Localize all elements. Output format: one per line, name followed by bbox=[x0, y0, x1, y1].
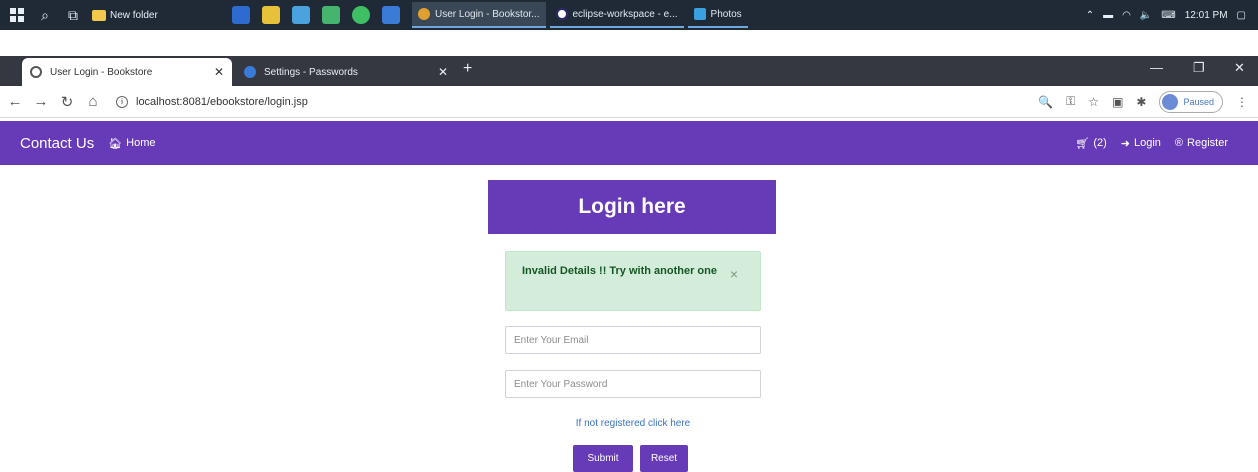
submit-button[interactable]: Submit bbox=[573, 445, 633, 472]
login-title: Login here bbox=[488, 180, 776, 234]
home-link[interactable]: 🏠︎ Home bbox=[108, 137, 155, 150]
reload-icon[interactable]: ↻ bbox=[56, 93, 78, 111]
zoom-icon[interactable]: 🔍 bbox=[1038, 95, 1053, 109]
star-icon[interactable]: ☆ bbox=[1088, 95, 1099, 109]
alert-message: Invalid Details !! Try with another one bbox=[522, 265, 717, 277]
profile-status: Paused bbox=[1183, 96, 1214, 107]
close-window-icon[interactable]: ✕ bbox=[1234, 60, 1245, 76]
taskbar-app-icon[interactable] bbox=[292, 6, 310, 24]
taskbar-app-icon[interactable] bbox=[322, 6, 340, 24]
registered-icon: ® bbox=[1174, 137, 1184, 149]
email-input[interactable] bbox=[505, 326, 761, 354]
close-icon[interactable]: ✕ bbox=[214, 65, 224, 79]
clock[interactable]: 12:01 PM bbox=[1185, 10, 1228, 21]
taskbar-app-icon[interactable] bbox=[262, 6, 280, 24]
windows-taskbar: ⌕ ⧉ New folder User Login - Bookstor... … bbox=[0, 0, 1258, 30]
key-icon[interactable]: ⚿ bbox=[1066, 94, 1075, 109]
wifi-icon[interactable]: ◠ bbox=[1122, 10, 1131, 21]
home-icon[interactable]: ⌂ bbox=[82, 93, 104, 110]
windows-start-icon[interactable] bbox=[6, 4, 28, 26]
globe-icon bbox=[30, 66, 42, 78]
profile-button[interactable]: Paused bbox=[1159, 90, 1223, 113]
cart-icon: 🛒︎ bbox=[1075, 137, 1090, 150]
battery-icon[interactable]: ▬ bbox=[1103, 10, 1113, 21]
menu-icon[interactable]: ⋮ bbox=[1236, 95, 1248, 109]
taskbar-task-chrome[interactable]: User Login - Bookstor... bbox=[412, 2, 546, 28]
extension-icon[interactable]: ▣ bbox=[1112, 95, 1123, 109]
photos-icon bbox=[693, 8, 706, 20]
tab-label: User Login - Bookstore bbox=[50, 66, 153, 78]
tab-user-login[interactable]: User Login - Bookstore ✕ bbox=[22, 58, 232, 86]
keyboard-icon[interactable]: ⌨ bbox=[1161, 10, 1175, 21]
maximize-icon[interactable]: ❐ bbox=[1193, 60, 1205, 76]
site-navbar: Contact Us 🏠︎ Home 🛒︎ (2) ➜ Login ® Regi… bbox=[0, 121, 1258, 165]
register-link[interactable]: ® Register bbox=[1175, 137, 1228, 149]
taskbar-task-photos[interactable]: Photos bbox=[687, 2, 748, 28]
window-titlebar bbox=[0, 30, 1258, 56]
tab-settings-passwords[interactable]: Settings - Passwords ✕ bbox=[236, 58, 456, 86]
system-tray: ⌃ ▬ ◠ 🔈 ⌨ 12:01 PM ▢ bbox=[1086, 10, 1258, 21]
minimize-icon[interactable]: — bbox=[1150, 60, 1163, 75]
login-link[interactable]: ➜ Login bbox=[1121, 137, 1161, 150]
address-bar[interactable]: i localhost:8081/ebookstore/login.jsp bbox=[116, 95, 308, 108]
contact-us-link[interactable]: Contact Us bbox=[20, 135, 94, 152]
toolbar-actions: 🔍 ⚿ ☆ ▣ ✱ Paused ⋮ bbox=[1038, 90, 1258, 113]
info-icon[interactable]: i bbox=[116, 95, 128, 108]
tab-label: Settings - Passwords bbox=[264, 66, 358, 78]
puzzle-icon[interactable]: ✱ bbox=[1136, 95, 1146, 109]
error-alert: Invalid Details !! Try with another one … bbox=[505, 251, 761, 311]
password-input[interactable] bbox=[505, 370, 761, 398]
close-icon[interactable]: ✕ bbox=[438, 65, 448, 79]
alert-close-button[interactable]: × bbox=[730, 266, 738, 283]
taskbar-folder-label: New folder bbox=[110, 9, 158, 21]
taskbar-task-eclipse[interactable]: eclipse-workspace - e... bbox=[549, 2, 684, 28]
navbar-right: 🛒︎ (2) ➜ Login ® Register bbox=[1075, 137, 1258, 150]
url-text: localhost:8081/ebookstore/login.jsp bbox=[136, 95, 308, 108]
forward-icon[interactable]: → bbox=[30, 93, 52, 110]
cart-count: (2) bbox=[1093, 137, 1107, 149]
register-prompt-link[interactable]: If not registered click here bbox=[505, 418, 761, 429]
chrome-icon bbox=[418, 8, 430, 20]
search-icon[interactable]: ⌕ bbox=[34, 4, 56, 26]
cart-link[interactable]: 🛒︎ (2) bbox=[1075, 137, 1106, 150]
taskbar-app-icon[interactable] bbox=[352, 6, 370, 24]
notification-icon[interactable]: ▢ bbox=[1237, 10, 1246, 21]
sign-in-icon: ➜ bbox=[1120, 137, 1130, 150]
taskbar-app-icon[interactable] bbox=[232, 6, 250, 24]
taskbar-app-icon[interactable] bbox=[382, 6, 400, 24]
home-icon: 🏠︎ bbox=[108, 137, 123, 150]
taskbar-folder[interactable]: New folder bbox=[92, 9, 192, 21]
avatar bbox=[1162, 93, 1179, 110]
volume-icon[interactable]: 🔈 bbox=[1140, 10, 1152, 21]
new-tab-button[interactable]: + bbox=[463, 60, 472, 78]
browser-toolbar: ← → ↻ ⌂ i localhost:8081/ebookstore/logi… bbox=[0, 86, 1258, 118]
chevron-up-icon[interactable]: ⌃ bbox=[1086, 10, 1094, 21]
reset-button[interactable]: Reset bbox=[640, 445, 688, 472]
folder-icon bbox=[92, 9, 106, 21]
settings-icon bbox=[244, 66, 256, 78]
eclipse-icon bbox=[555, 8, 568, 20]
back-icon[interactable]: ← bbox=[4, 93, 26, 110]
task-view-icon[interactable]: ⧉ bbox=[62, 4, 84, 26]
